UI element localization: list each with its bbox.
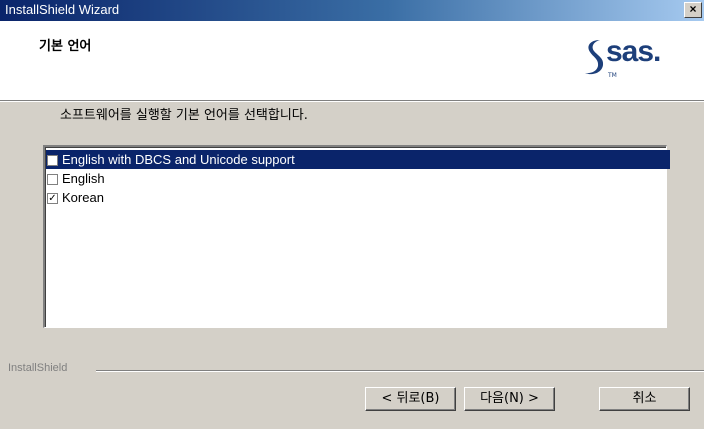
header-divider xyxy=(0,100,704,102)
sas-swoosh-icon xyxy=(585,40,604,75)
sas-logo: sas. TM xyxy=(582,35,686,81)
page-heading: 기본 언어 xyxy=(39,39,92,54)
close-button[interactable]: × xyxy=(684,2,702,18)
checkbox-unchecked[interactable] xyxy=(47,155,58,166)
checkbox-checked[interactable]: ✓ xyxy=(47,193,58,204)
language-item-english-dbcs[interactable]: English with DBCS and Unicode support xyxy=(46,150,670,169)
language-label: English with DBCS and Unicode support xyxy=(62,152,295,167)
language-label: English xyxy=(62,171,105,186)
instruction-text: 소프트웨어를 실행할 기본 언어를 선택합니다. xyxy=(60,108,308,123)
title-bar: InstallShield Wizard × xyxy=(0,0,704,21)
cancel-button[interactable]: 취소 xyxy=(599,387,690,411)
installshield-brand: InstallShield xyxy=(8,362,68,374)
footer-divider xyxy=(96,370,704,372)
language-listbox[interactable]: English with DBCS and Unicode support En… xyxy=(43,145,670,328)
trademark-mark: TM xyxy=(608,72,617,79)
language-item-korean[interactable]: ✓ Korean xyxy=(46,188,670,207)
language-label: Korean xyxy=(62,190,104,205)
language-item-english[interactable]: English xyxy=(46,169,670,188)
sas-wordmark: sas. xyxy=(606,35,661,68)
back-button[interactable]: < 뒤로(B) xyxy=(365,387,456,411)
window-title: InstallShield Wizard xyxy=(5,2,120,17)
checkbox-unchecked[interactable] xyxy=(47,174,58,185)
header-panel: 기본 언어 sas. TM xyxy=(0,21,704,100)
next-button[interactable]: 다음(N) > xyxy=(464,387,555,411)
listbox-inner: English with DBCS and Unicode support En… xyxy=(45,147,670,327)
